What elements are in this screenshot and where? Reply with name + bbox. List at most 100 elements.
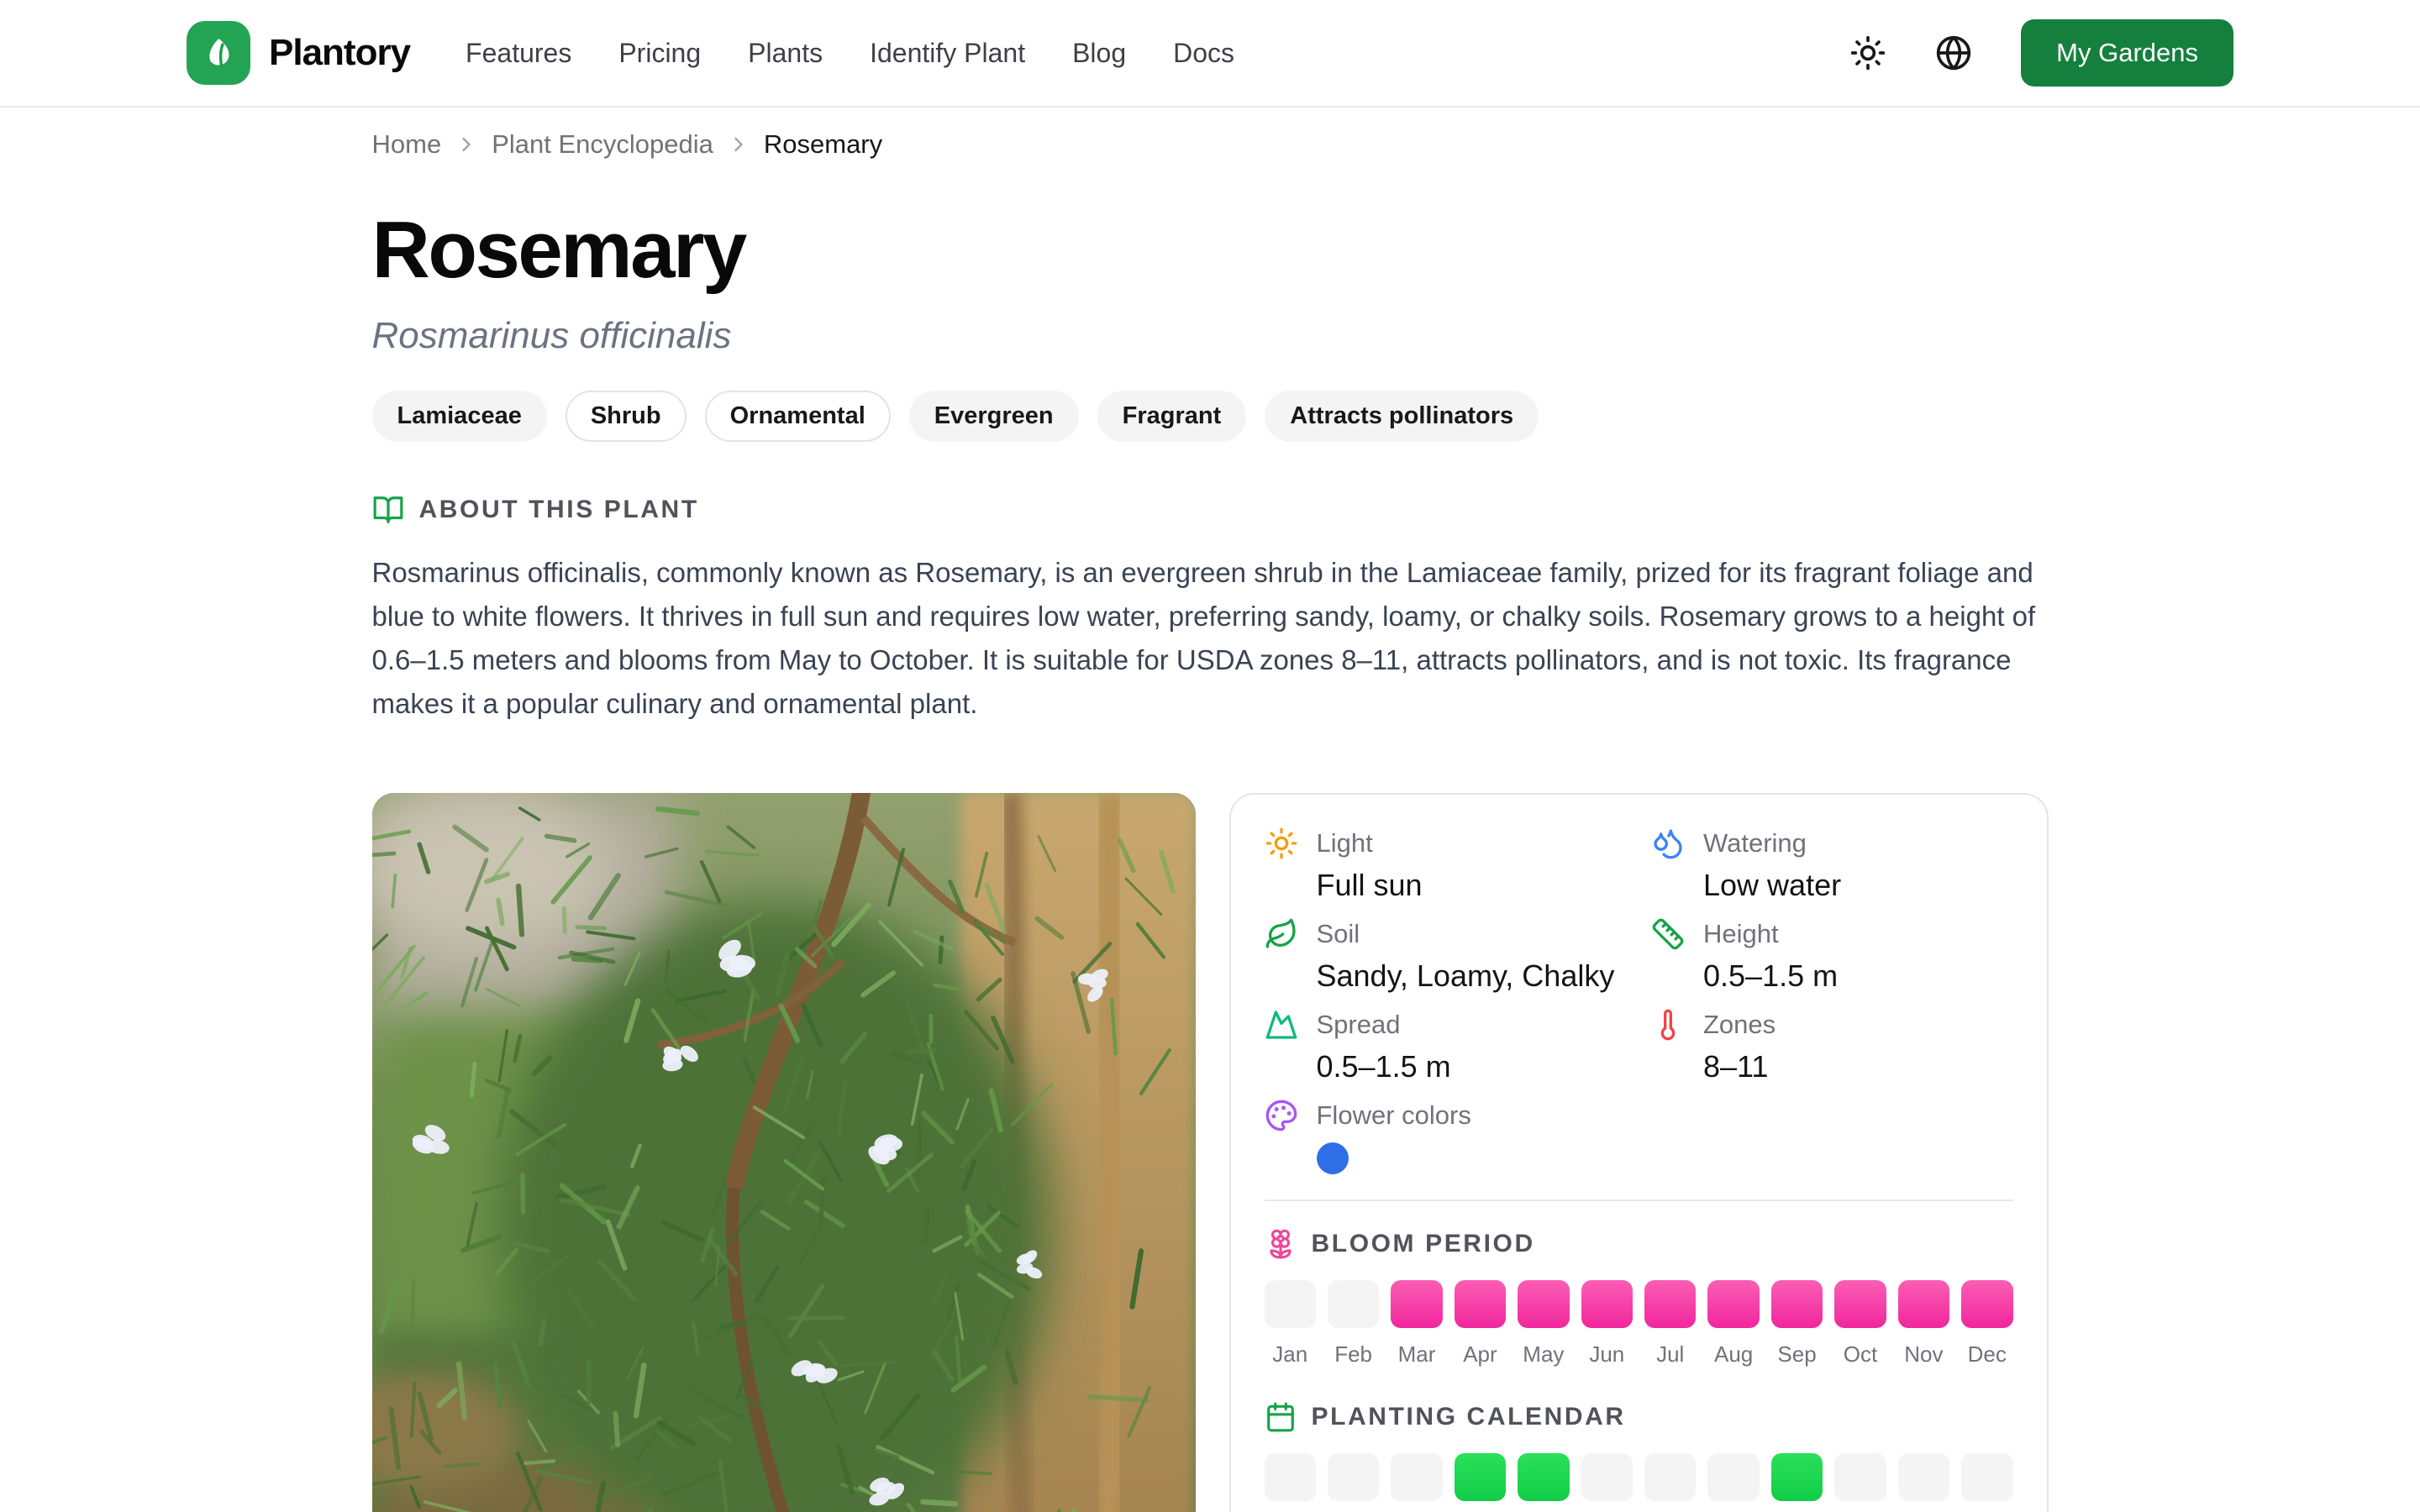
nav-link-identify-plant[interactable]: Identify Plant xyxy=(870,38,1025,69)
mountain-icon xyxy=(1265,1008,1298,1042)
attribute-header: Light xyxy=(1265,827,1627,860)
attribute-header: Spread xyxy=(1265,1008,1627,1042)
bloom-month-cell-dec xyxy=(1961,1280,2012,1328)
tag-shrub[interactable]: Shrub xyxy=(566,391,687,442)
breadcrumb-item-home[interactable]: Home xyxy=(372,129,442,160)
main-content: HomePlant EncyclopediaRosemary Rosemary … xyxy=(372,129,2049,1512)
theme-toggle-button[interactable] xyxy=(1849,34,1886,71)
nav-link-pricing[interactable]: Pricing xyxy=(618,38,701,69)
attribute-zones: Zones 8–11 xyxy=(1651,1008,2013,1085)
tag-list: Lamiaceae Shrub Ornamental Evergreen Fragran… xyxy=(372,391,2049,442)
attribute-spread: Spread 0.5–1.5 m xyxy=(1265,1008,1627,1085)
attribute-value: 0.5–1.5 m xyxy=(1703,958,2013,995)
language-button[interactable] xyxy=(1935,34,1972,71)
main-nav: Features Pricing Plants Identify Plant Blog D… xyxy=(466,38,1234,69)
attribute-value: Low water xyxy=(1703,867,2013,904)
planting-month-cell-apr xyxy=(1455,1453,1506,1501)
bloom-period-section: BLOOM PERIOD JanFebMarAprMayJunJulAugSep… xyxy=(1265,1228,2013,1368)
planting-month-cell-sep xyxy=(1771,1453,1823,1501)
plant-photo[interactable]: 28/30 xyxy=(372,793,1196,1512)
scientific-name: Rosmarinus officinalis xyxy=(372,315,2049,357)
bloom-month-cell-feb xyxy=(1328,1280,1379,1328)
tag-ornamental[interactable]: Ornamental xyxy=(705,391,891,442)
attributes-grid: Light Full sun Watering Low water SoilSandy,… xyxy=(1265,827,2013,1174)
planting-month-grid xyxy=(1265,1453,2013,1501)
breadcrumb-item-rosemary: Rosemary xyxy=(764,129,882,160)
attribute-value: Full sun xyxy=(1317,867,1627,904)
tag-evergreen[interactable]: Evergreen xyxy=(909,391,1079,442)
month-label: Jan xyxy=(1265,1341,1316,1368)
planting-month-cell-oct xyxy=(1834,1453,1886,1501)
attribute-label: Spread xyxy=(1317,1010,1401,1040)
planting-month-cell-aug xyxy=(1707,1453,1759,1501)
page-title: Rosemary xyxy=(372,208,2049,293)
leaf-logo-icon xyxy=(187,21,250,85)
nav-link-blog[interactable]: Blog xyxy=(1072,38,1126,69)
about-paragraph: Rosmarinus officinalis, commonly known a… xyxy=(372,551,2049,726)
month-label: Dec xyxy=(1961,1341,2012,1368)
planting-month-cell-nov xyxy=(1898,1453,1949,1501)
attribute-header: Watering xyxy=(1651,827,2013,860)
tag-lamiaceae[interactable]: Lamiaceae xyxy=(372,391,547,442)
attribute-soil: SoilSandy, Loamy, Chalky xyxy=(1265,917,1627,995)
chevron-right-icon xyxy=(727,133,750,156)
attribute-label: Watering xyxy=(1703,828,1807,858)
page: Plantory Features Pricing Plants Identify P… xyxy=(0,0,2420,1512)
attribute-label: Flower colors xyxy=(1317,1100,1471,1131)
attribute-header: Zones xyxy=(1651,1008,2013,1042)
planting-calendar-header: PLANTING CALENDAR xyxy=(1265,1401,2013,1433)
breadcrumb-item-plant-encyclopedia[interactable]: Plant Encyclopedia xyxy=(492,129,713,160)
breadcrumb: Home Plant Encyclopedia Rosemary xyxy=(372,129,2049,160)
planting-month-cell-feb xyxy=(1328,1453,1379,1501)
planting-month-cell-jun xyxy=(1581,1453,1633,1501)
planting-calendar-heading: PLANTING CALENDAR xyxy=(1312,1403,1626,1431)
droplets-icon xyxy=(1651,827,1685,860)
attribute-header: Flower colors xyxy=(1265,1099,1627,1132)
bloom-month-labels: JanFebMarAprMayJunJulAugSepOctNovDec xyxy=(1265,1341,2013,1368)
attribute-watering: Watering Low water xyxy=(1651,827,2013,904)
bloom-month-cell-sep xyxy=(1771,1280,1823,1328)
sun-icon xyxy=(1849,34,1886,71)
nav-link-plants[interactable]: Plants xyxy=(748,38,823,69)
month-label: Jul xyxy=(1644,1341,1696,1368)
month-label: Apr xyxy=(1455,1341,1506,1368)
attribute-value: 8–11 xyxy=(1703,1048,2013,1085)
flower-icon xyxy=(1265,1228,1297,1260)
bloom-month-cell-may xyxy=(1518,1280,1569,1328)
planting-month-cell-jan xyxy=(1265,1453,1316,1501)
nav-link-features[interactable]: Features xyxy=(466,38,571,69)
planting-month-cell-jul xyxy=(1644,1453,1696,1501)
palette-icon xyxy=(1265,1099,1298,1132)
sun-icon xyxy=(1265,827,1298,860)
bloom-month-cell-jan xyxy=(1265,1280,1316,1328)
tag-attracts-pollinators[interactable]: Attracts pollinators xyxy=(1265,391,1539,442)
planting-month-cell-may xyxy=(1518,1453,1569,1501)
calendar-icon xyxy=(1265,1401,1297,1433)
about-section-header: ABOUT THIS PLANT xyxy=(372,494,2049,526)
planting-calendar-section: PLANTING CALENDAR JanFebMarAprMayJunJulA… xyxy=(1265,1401,2013,1512)
top-navbar: Plantory Features Pricing Plants Identify P… xyxy=(0,0,2420,108)
bloom-month-grid xyxy=(1265,1280,2013,1328)
attribute-header: Soil xyxy=(1265,917,1627,951)
month-label: Sep xyxy=(1771,1341,1823,1368)
month-label: Jun xyxy=(1581,1341,1633,1368)
bloom-month-cell-apr xyxy=(1455,1280,1506,1328)
brand-name: Plantory xyxy=(269,32,410,74)
planting-month-cell-dec xyxy=(1961,1453,2012,1501)
card-divider xyxy=(1265,1200,2013,1201)
tag-fragrant[interactable]: Fragrant xyxy=(1097,391,1247,442)
plant-photo-art xyxy=(372,793,1196,1512)
bloom-period-header: BLOOM PERIOD xyxy=(1265,1228,2013,1260)
bloom-month-cell-aug xyxy=(1707,1280,1759,1328)
nav-link-docs[interactable]: Docs xyxy=(1173,38,1234,69)
my-gardens-button[interactable]: My Gardens xyxy=(2021,19,2233,87)
globe-icon xyxy=(1935,34,1972,71)
brand-logo[interactable]: Plantory xyxy=(187,21,410,85)
attribute-label: Soil xyxy=(1317,919,1360,949)
attribute-height: Height0.5–1.5 m xyxy=(1651,917,2013,995)
flower-color-swatch xyxy=(1317,1142,1349,1174)
thermometer-icon xyxy=(1651,1008,1685,1042)
month-label: Nov xyxy=(1898,1341,1949,1368)
attribute-value: 0.5–1.5 m xyxy=(1317,1048,1627,1085)
attribute-label: Zones xyxy=(1703,1010,1776,1040)
